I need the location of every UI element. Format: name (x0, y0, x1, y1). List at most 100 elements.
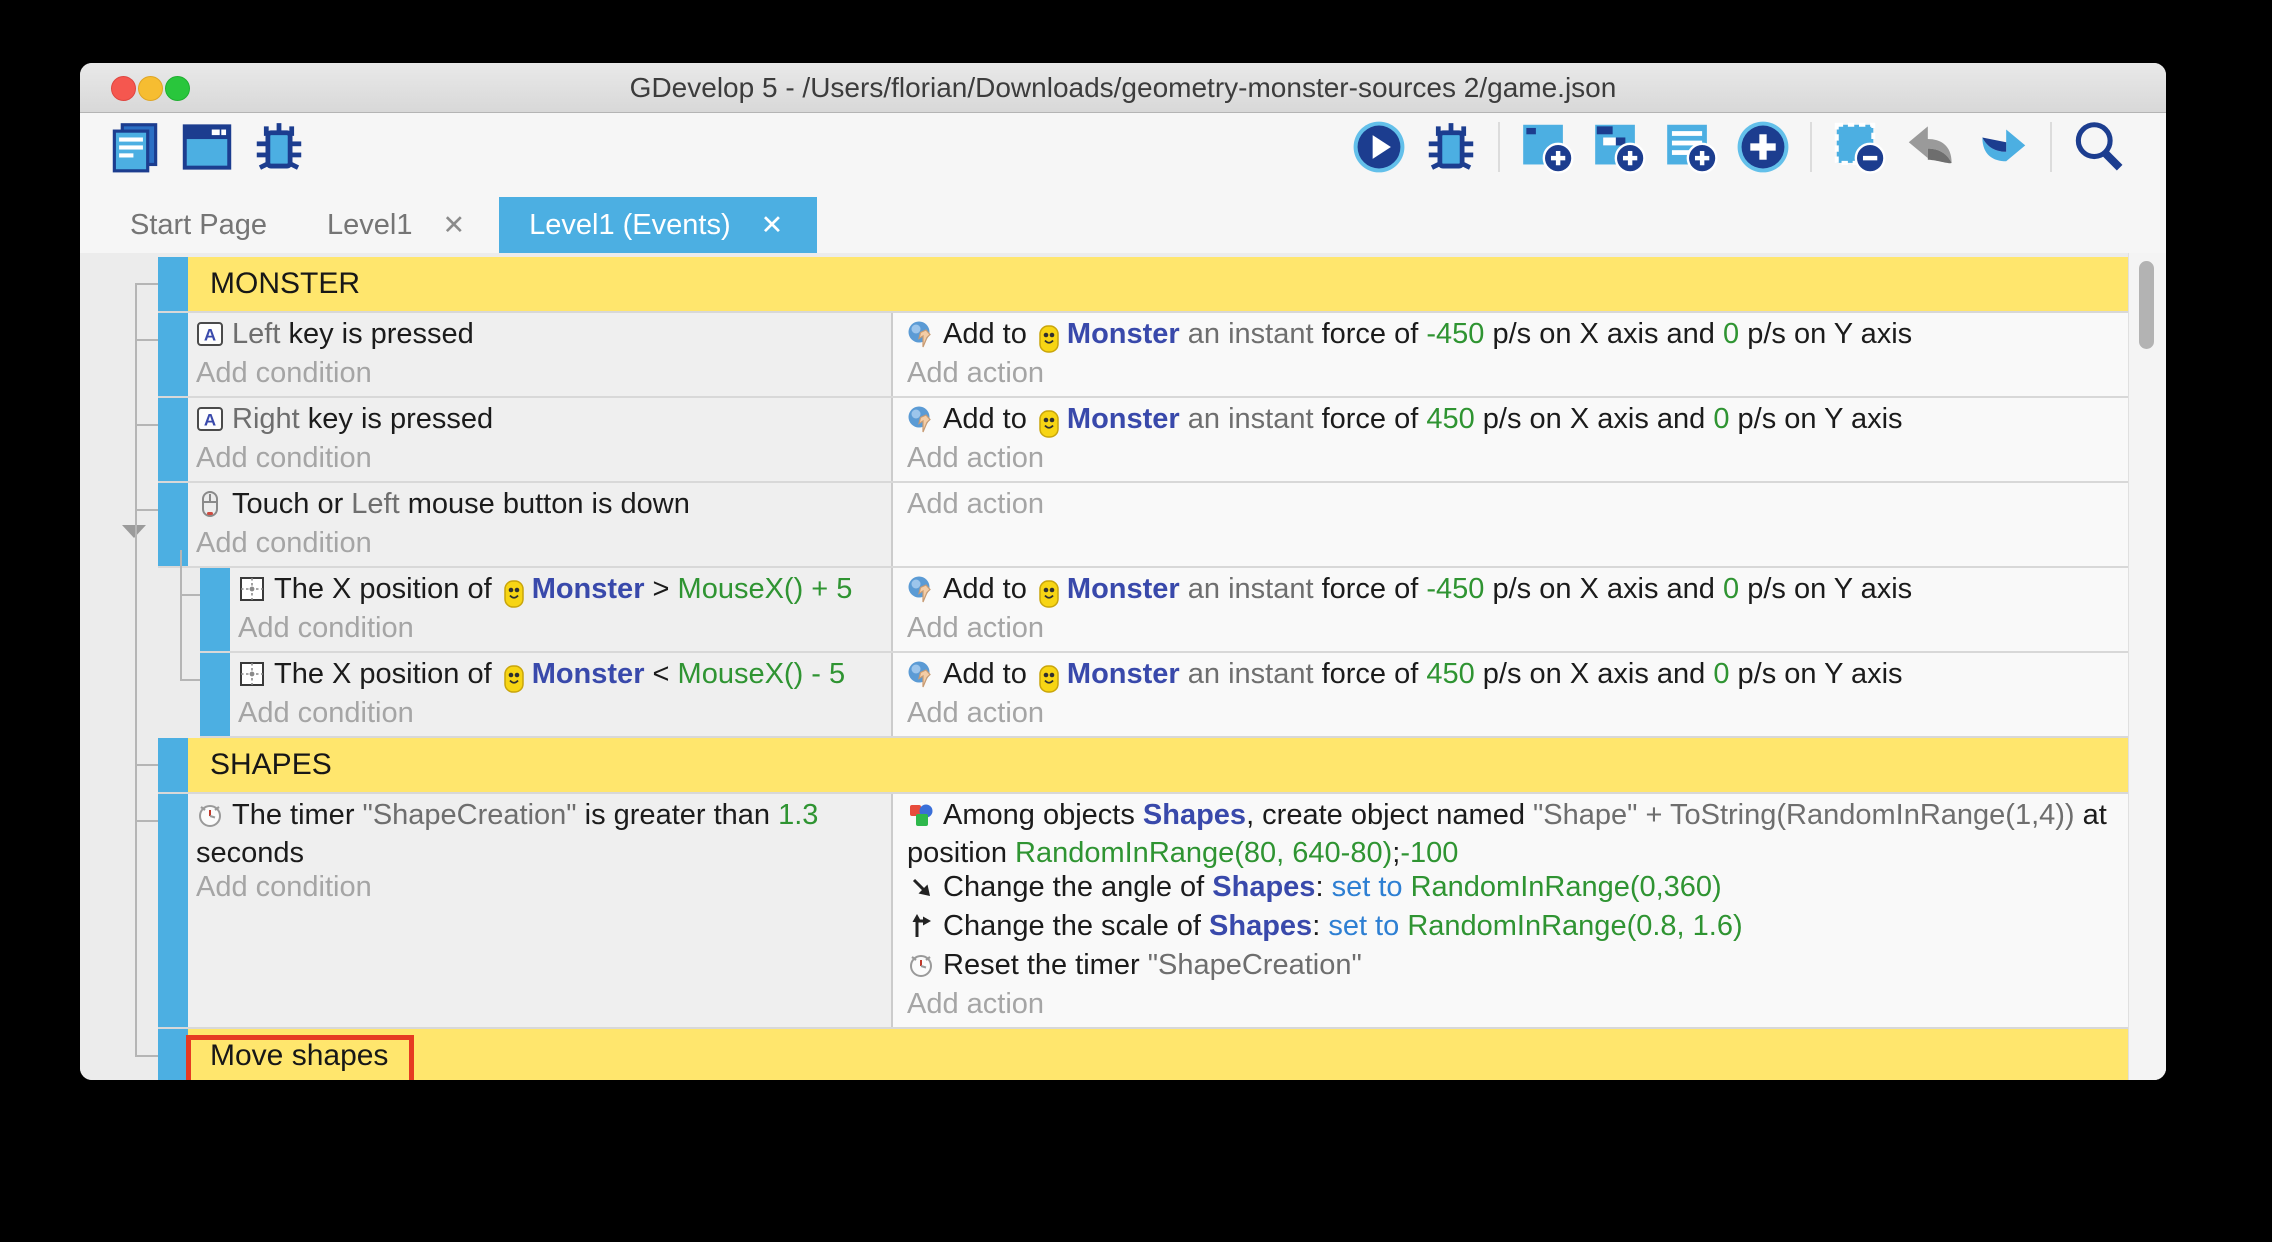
force-icon (907, 320, 935, 356)
condition[interactable]: The timer "ShapeCreation" is greater tha… (196, 799, 885, 870)
toolbar-left-group (106, 113, 308, 181)
delete-event-icon[interactable] (1830, 118, 1888, 176)
tree-connector (135, 820, 158, 822)
text-segment: Shapes (1209, 910, 1312, 942)
add-comment-icon[interactable] (1662, 118, 1720, 176)
add-condition-button[interactable]: Add condition (196, 527, 885, 560)
condition[interactable]: The X position of Monster < MouseX() - 5 (238, 658, 885, 696)
text-segment: Touch or (232, 488, 351, 520)
search-icon[interactable] (2070, 118, 2128, 176)
play-icon[interactable] (1350, 118, 1408, 176)
add-event-icon[interactable] (1518, 118, 1576, 176)
timer-icon (907, 951, 935, 987)
group-header[interactable]: Move shapes (188, 1029, 2129, 1080)
group-label: SHAPES (188, 748, 332, 782)
tab-label: Start Page (130, 209, 267, 242)
add-condition-button[interactable]: Add condition (196, 442, 885, 475)
text-segment: Shapes (1143, 799, 1246, 831)
text-segment: -100 (1400, 837, 1458, 869)
text-segment: 0 (1723, 573, 1739, 605)
toolbar (80, 113, 2166, 181)
scrollbar-thumb[interactable] (2139, 261, 2154, 349)
add-action-button[interactable]: Add action (907, 988, 2123, 1021)
tree-connector (135, 764, 158, 766)
text-segment: MouseX() - 5 (678, 658, 846, 690)
tab-level1[interactable]: Level1✕ (297, 197, 499, 253)
scene-window-icon[interactable] (178, 118, 236, 176)
text-segment: Monster (1067, 318, 1180, 350)
tab-close-icon[interactable]: ✕ (757, 210, 788, 241)
position-icon (238, 575, 266, 611)
text-segment: an instant (1180, 658, 1322, 690)
event-row: ARight key is pressedAdd condition Add to… (158, 398, 2129, 483)
force-icon (907, 575, 935, 611)
action[interactable]: Add to Monster an instant force of 450 p… (907, 403, 2123, 441)
add-subevent-icon[interactable] (1590, 118, 1648, 176)
collapse-arrow-icon[interactable] (122, 525, 146, 538)
tab-label: Level1 (Events) (529, 209, 731, 242)
action[interactable]: Add to Monster an instant force of 450 p… (907, 658, 2123, 696)
svg-text:A: A (204, 326, 216, 345)
add-action-button[interactable]: Add action (907, 357, 2123, 390)
text-segment: Right (232, 403, 308, 435)
action[interactable]: Among objects Shapes, create object name… (907, 799, 2123, 870)
debugger-icon[interactable] (1422, 118, 1480, 176)
redo-icon[interactable] (1974, 118, 2032, 176)
add-action-button[interactable]: Add action (907, 488, 2123, 521)
text-segment: Left (232, 318, 288, 350)
add-circle-icon[interactable] (1734, 118, 1792, 176)
add-condition-button[interactable]: Add condition (238, 697, 885, 730)
condition[interactable]: The X position of Monster > MouseX() + 5 (238, 573, 885, 611)
group-header[interactable]: SHAPES (188, 738, 2129, 792)
add-action-button[interactable]: Add action (907, 612, 2123, 645)
text-segment: Left (351, 488, 407, 520)
group-header[interactable]: MONSTER (188, 257, 2129, 311)
add-condition-button[interactable]: Add condition (238, 612, 885, 645)
add-condition-button[interactable]: Add condition (196, 871, 885, 904)
toolbar-divider (1498, 122, 1500, 172)
keyboard-icon: A (196, 405, 224, 441)
text-segment: p/s on Y axis (1729, 403, 1902, 435)
text-segment: key is pressed (288, 318, 473, 350)
tab-close-icon[interactable]: ✕ (439, 210, 470, 241)
monster-icon (1037, 663, 1061, 696)
conditions-cell: The X position of Monster > MouseX() + 5… (230, 568, 893, 651)
scrollbar-track[interactable] (2128, 253, 2166, 1080)
tab-level1-events[interactable]: Level1 (Events) ✕ (499, 197, 817, 253)
text-segment: The X position of (274, 573, 500, 605)
condition[interactable]: Touch or Left mouse button is down (196, 488, 885, 526)
event-indent-bar (200, 568, 230, 651)
text-segment: Add to (943, 318, 1035, 350)
condition[interactable]: ARight key is pressed (196, 403, 885, 441)
tree-connector (135, 424, 158, 426)
tab-start-page[interactable]: Start Page (100, 197, 297, 253)
event-indent-bar (158, 313, 188, 396)
add-action-button[interactable]: Add action (907, 697, 2123, 730)
event-group-row: Move shapes (158, 1029, 2129, 1080)
action[interactable]: Add to Monster an instant force of -450 … (907, 573, 2123, 611)
action[interactable]: Change the angle of Shapes: set to Rando… (907, 871, 2123, 909)
project-manager-icon[interactable] (106, 118, 164, 176)
tree-vertical-line (180, 550, 182, 679)
text-segment: Shapes (1212, 871, 1315, 903)
text-segment: Change the angle of (943, 871, 1212, 903)
action[interactable]: Add to Monster an instant force of -450 … (907, 318, 2123, 356)
force-icon (907, 405, 935, 441)
group-label: Move shapes (188, 1039, 388, 1073)
condition[interactable]: A Left key is pressed (196, 318, 885, 356)
debugger-icon[interactable] (250, 118, 308, 176)
text-segment: set to (1332, 871, 1403, 903)
text-segment: RandomInRange(0,360) (1411, 871, 1722, 903)
add-action-button[interactable]: Add action (907, 442, 2123, 475)
text-segment: p/s on X axis and (1484, 318, 1723, 350)
conditions-cell: The X position of Monster < MouseX() - 5… (230, 653, 893, 736)
text-segment: , create object named (1246, 799, 1533, 831)
text-segment: Add to (943, 658, 1035, 690)
action[interactable]: Change the scale of Shapes: set to Rando… (907, 910, 2123, 948)
undo-icon[interactable] (1902, 118, 1960, 176)
force-icon (907, 660, 935, 696)
add-condition-button[interactable]: Add condition (196, 357, 885, 390)
conditions-cell: ARight key is pressedAdd condition (188, 398, 893, 481)
action[interactable]: Reset the timer "ShapeCreation" (907, 949, 2123, 987)
actions-cell: Add to Monster an instant force of 450 p… (893, 398, 2129, 481)
